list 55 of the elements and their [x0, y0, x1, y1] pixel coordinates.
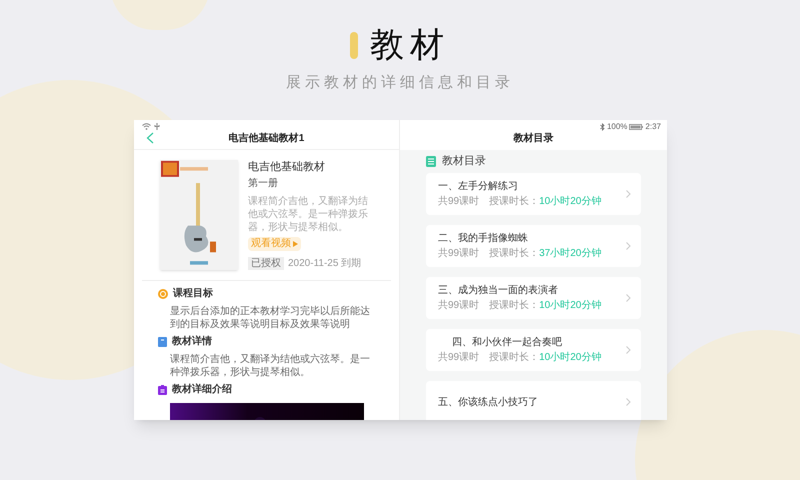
section-heading: 教材目录: [442, 154, 486, 169]
lesson-count: 共99课时: [438, 195, 480, 208]
status-badge: 已授权: [248, 257, 284, 270]
chapter-card[interactable]: 三、成为独当一面的表演者 共99课时 授课时长：10小时20分钟: [426, 277, 641, 319]
duration-value: 10小时20分钟: [539, 195, 602, 208]
lesson-count: 共99课时: [438, 299, 480, 312]
duration-label: 授课时长：: [489, 247, 540, 260]
chevron-icon: [626, 242, 631, 250]
duration-value: 10小时20分钟: [539, 299, 602, 312]
play-icon: [293, 241, 298, 247]
lesson-count: 共99课时: [438, 247, 480, 260]
chevron-icon: [626, 398, 631, 406]
battery-icon: [629, 124, 644, 130]
page-title: 教材: [370, 25, 450, 66]
section-title: 教材详情: [172, 335, 212, 349]
chapter-card[interactable]: 四、和小伙伴一起合奏吧 共99课时 授课时长：10小时20分钟: [426, 329, 641, 371]
book-volume: 第一册: [248, 177, 279, 191]
back-icon: [146, 132, 154, 144]
screen-title: 电吉他基础教材1: [228, 132, 304, 146]
target-icon: [158, 289, 168, 299]
usb-icon: [154, 123, 160, 130]
document-icon: [158, 337, 167, 347]
chevron-icon: [626, 294, 631, 302]
duration-label: 授课时长：: [489, 299, 540, 312]
chapter-card[interactable]: 二、我的手指像蜘蛛 共99课时 授课时长：37小时20分钟: [426, 225, 641, 267]
section-text: 显示后台添加的正本教材学习完毕以后所能达到的目标及效果等说明目标及效果等说明: [169, 305, 371, 331]
section-title: 教材详细介绍: [172, 383, 232, 397]
bluetooth-icon: [600, 123, 605, 131]
clipboard-icon: [158, 385, 167, 395]
book-title: 电吉他基础教材: [248, 160, 326, 175]
list-icon: [426, 156, 436, 167]
duration-value: 10小时20分钟: [539, 351, 602, 364]
clock: 2:37: [645, 122, 661, 132]
duration-value: 37小时20分钟: [539, 247, 602, 260]
chapter-card[interactable]: 五、你该练点小技巧了: [426, 381, 641, 420]
lesson-count: 共99课时: [438, 351, 480, 364]
section-title: 课程目标: [173, 287, 213, 301]
chapter-card[interactable]: 一、左手分解练习 共99课时 授课时长：10小时20分钟: [426, 173, 641, 215]
chapter-title: 一、左手分解练习: [438, 180, 519, 193]
chevron-icon: [626, 346, 631, 354]
duration-label: 授课时长：: [489, 351, 540, 364]
chapter-title: 五、你该练点小技巧了: [438, 396, 539, 408]
chevron-icon: [626, 190, 631, 198]
duration-label: 授课时长：: [489, 195, 540, 208]
title-accent: [350, 32, 358, 58]
battery-percentage: 100%: [606, 122, 628, 132]
section-text: 课程简介吉他，又翻译为结他或六弦琴。是一种弹拨乐器，形状与提琴相似。: [169, 353, 371, 379]
chapter-title: 四、和小伙伴一起合奏吧: [451, 336, 563, 349]
book-description: 课程简介吉他，又翻译为结他或六弦琴。是一种弹拨乐器，形状与提琴相似。: [248, 195, 369, 234]
wifi-icon: [142, 123, 151, 130]
chapter-title: 三、成为独当一面的表演者: [438, 284, 559, 297]
screen-title: 教材目录: [514, 132, 554, 146]
chapter-title: 二、我的手指像蜘蛛: [438, 232, 529, 245]
page-subtitle: 展示教材的详细信息和目录: [286, 73, 514, 93]
expiry-date: 2020-11-25 到期: [288, 257, 362, 270]
